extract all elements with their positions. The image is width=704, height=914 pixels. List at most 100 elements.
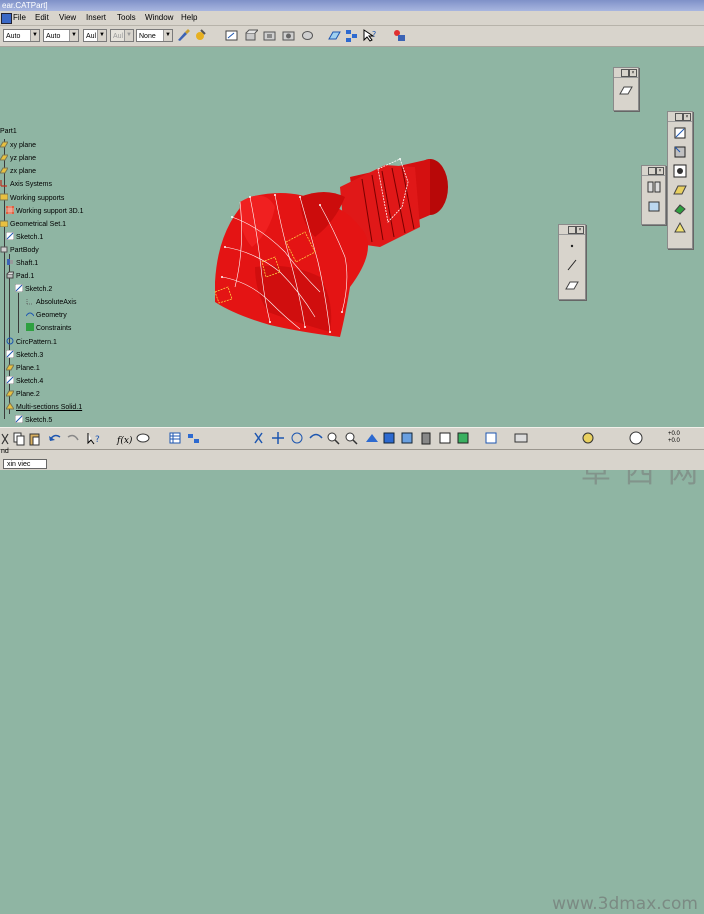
status-bar: nd xin viec www.3dmax.com bbox=[0, 448, 704, 914]
pattern-icon bbox=[6, 337, 14, 345]
reference-elements-palette: × bbox=[613, 67, 639, 111]
help-pointer-icon[interactable]: ? bbox=[362, 28, 377, 43]
chevron-down-icon[interactable]: ▼ bbox=[97, 30, 106, 41]
point-icon[interactable] bbox=[564, 238, 580, 254]
tree-node-absolute-axis[interactable]: AbsoluteAxis bbox=[26, 297, 76, 308]
tree-node-geometrical-set[interactable]: Geometrical Set.1 bbox=[0, 219, 66, 230]
close-icon[interactable]: × bbox=[629, 69, 637, 77]
layer-combo[interactable]: None ▼ bbox=[136, 29, 173, 42]
specification-tree: Part1 xy plane yz plane zx plane Axis Sy… bbox=[0, 127, 200, 427]
menu-file[interactable]: File bbox=[13, 12, 26, 24]
tree-node-sketch-2[interactable]: Sketch.2 bbox=[14, 283, 52, 295]
plane-icon bbox=[5, 389, 15, 397]
plane-icon bbox=[0, 140, 9, 148]
menu-help[interactable]: Help bbox=[181, 12, 197, 24]
plane-icon[interactable] bbox=[564, 276, 580, 292]
tree-node-plane-2[interactable]: Plane.2 bbox=[5, 389, 40, 400]
svg-text:f(x): f(x) bbox=[116, 435, 133, 446]
menu-edit[interactable]: Edit bbox=[35, 12, 49, 24]
tree-node-sketch-4[interactable]: Sketch.4 bbox=[5, 375, 43, 387]
zoom-out-icon bbox=[345, 432, 358, 445]
plane-icon[interactable] bbox=[327, 28, 342, 43]
close-icon[interactable]: × bbox=[683, 113, 691, 121]
close-icon[interactable]: × bbox=[656, 167, 664, 175]
apply-material-icon bbox=[582, 432, 594, 444]
painter-icon[interactable] bbox=[193, 28, 208, 43]
transparency-combo[interactable]: Auto ▼ bbox=[43, 29, 79, 42]
edge-fillet-icon[interactable] bbox=[672, 125, 688, 141]
tree-node-shaft[interactable]: Shaft.1 bbox=[6, 258, 38, 269]
pad-icon[interactable] bbox=[243, 28, 258, 43]
fit-all-icon bbox=[272, 432, 284, 444]
linetype-combo[interactable]: Aul ▼ bbox=[83, 29, 107, 42]
chevron-down-icon[interactable]: ▼ bbox=[69, 30, 78, 41]
tree-node-constraints[interactable]: Constraints bbox=[26, 323, 71, 334]
line-icon[interactable] bbox=[564, 257, 580, 273]
sketcher-icon[interactable] bbox=[224, 28, 239, 43]
tree-node-sketch-5[interactable]: Sketch.5 bbox=[14, 414, 52, 426]
menu-view[interactable]: View bbox=[59, 12, 76, 24]
axis-icon bbox=[0, 179, 8, 187]
tree-node-plane-1[interactable]: Plane.1 bbox=[5, 363, 40, 374]
sketch-icon bbox=[5, 231, 15, 241]
hole-icon[interactable] bbox=[281, 28, 296, 43]
draft-icon[interactable] bbox=[672, 182, 688, 198]
sketch-tools-palette: × bbox=[558, 224, 586, 300]
geoset-icon bbox=[0, 219, 9, 228]
tree-node-sketch-3[interactable]: Sketch.3 bbox=[5, 349, 43, 361]
close-icon[interactable]: × bbox=[576, 226, 584, 234]
mirror-icon[interactable] bbox=[646, 179, 662, 195]
shaft-icon bbox=[6, 258, 14, 266]
thread-icon[interactable] bbox=[672, 220, 688, 236]
chevron-down-icon[interactable]: ▼ bbox=[30, 30, 39, 41]
knowledge-icon[interactable] bbox=[392, 28, 407, 43]
tree-node-multi-sections-solid[interactable]: Multi-sections Solid.1 bbox=[5, 402, 82, 413]
properties-toolbar: Auto ▼ Auto ▼ Aul ▼ Aul ▼ None ▼ ? bbox=[0, 26, 704, 47]
menu-insert[interactable]: Insert bbox=[86, 12, 106, 24]
measure-icon bbox=[485, 432, 497, 444]
menu-window[interactable]: Window bbox=[145, 12, 173, 24]
chamfer-icon[interactable] bbox=[672, 144, 688, 160]
tree-node-circpattern[interactable]: CircPattern.1 bbox=[6, 337, 57, 348]
light-icon bbox=[629, 431, 643, 445]
color-combo[interactable]: Auto ▼ bbox=[3, 29, 40, 42]
tree-node-axis-systems[interactable]: Axis Systems bbox=[0, 179, 52, 190]
tree-node-geometry[interactable]: Geometry bbox=[25, 310, 67, 321]
body-icon bbox=[0, 245, 8, 253]
chevron-down-icon: ▼ bbox=[124, 30, 133, 41]
command-input[interactable]: xin viec bbox=[3, 459, 47, 469]
tree-node-working-supports[interactable]: Working supports bbox=[0, 193, 64, 204]
tree-node-part[interactable]: Part1 bbox=[0, 127, 17, 137]
tree-node-sketch-1[interactable]: Sketch.1 bbox=[5, 231, 43, 243]
tree-node-yz-plane[interactable]: yz plane bbox=[0, 153, 36, 164]
shaft-icon[interactable] bbox=[300, 28, 315, 43]
menu-tools[interactable]: Tools bbox=[117, 12, 136, 24]
zoom-in-icon bbox=[327, 432, 340, 445]
rotate-icon bbox=[309, 433, 323, 439]
tree-expand-icon[interactable] bbox=[344, 28, 359, 43]
plane-icon[interactable] bbox=[618, 81, 634, 97]
compass-readout: +0.0 +0.0 bbox=[668, 431, 680, 444]
sketch-icon bbox=[14, 283, 24, 293]
shell-icon[interactable] bbox=[672, 163, 688, 179]
pocket-icon[interactable] bbox=[262, 28, 277, 43]
window-title: ear.CATPart] bbox=[2, 1, 48, 10]
app-icon[interactable] bbox=[1, 13, 12, 24]
scale-icon[interactable] bbox=[646, 198, 662, 214]
tree-node-xy-plane[interactable]: xy plane bbox=[0, 140, 36, 151]
paint-brush-icon[interactable] bbox=[176, 28, 191, 43]
plane-icon bbox=[5, 363, 15, 371]
paste-icon bbox=[29, 433, 40, 446]
lineweight-combo: Aul ▼ bbox=[110, 29, 134, 42]
redo-icon bbox=[67, 434, 79, 441]
svg-text:?: ? bbox=[95, 435, 100, 445]
hide-show-icon bbox=[421, 432, 431, 445]
tree-node-working-support-3d[interactable]: Working support 3D.1 bbox=[6, 206, 84, 217]
normal-view-icon bbox=[366, 434, 378, 442]
thickness-icon[interactable] bbox=[672, 201, 688, 217]
tree-node-pad[interactable]: Pad.1 bbox=[6, 271, 34, 282]
3d-viewport[interactable]: Part1 xy plane yz plane zx plane Axis Sy… bbox=[0, 47, 704, 490]
chevron-down-icon[interactable]: ▼ bbox=[163, 30, 172, 41]
tree-node-partbody[interactable]: PartBody bbox=[0, 245, 39, 256]
tree-node-zx-plane[interactable]: zx plane bbox=[0, 166, 36, 177]
